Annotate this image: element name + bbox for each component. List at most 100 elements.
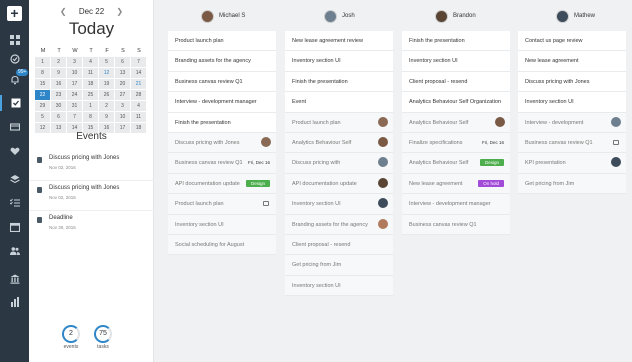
- task-card[interactable]: Social scheduling for August: [168, 234, 276, 256]
- calendar-day[interactable]: 2: [99, 101, 115, 112]
- task-card[interactable]: Discuss pricing with: [285, 153, 393, 174]
- calendar-day[interactable]: 28: [131, 90, 147, 101]
- calendar-day[interactable]: 20: [115, 79, 131, 90]
- calendar-day[interactable]: 17: [67, 79, 83, 90]
- task-card[interactable]: Finalize specifications Fri, Dec 16: [402, 132, 510, 154]
- column-header[interactable]: Brandon: [435, 7, 476, 25]
- event-item[interactable]: Discuss pricing with Jones Nov 02, 2016: [29, 155, 154, 185]
- task-card[interactable]: Analytics Behaviour Self: [285, 132, 393, 154]
- task-card[interactable]: Inventory section UI: [285, 275, 393, 297]
- task-card[interactable]: Product launch plan: [285, 112, 393, 133]
- calendar-day[interactable]: 3: [115, 101, 131, 112]
- task-card[interactable]: Inventory section UI: [285, 51, 393, 72]
- add-new-button[interactable]: +: [7, 6, 22, 21]
- calendar-day[interactable]: 13: [115, 68, 131, 79]
- comment-icon[interactable]: [263, 201, 269, 207]
- calendar-day[interactable]: 19: [99, 79, 115, 90]
- task-card[interactable]: Branding assets for the agency: [285, 214, 393, 235]
- column-header[interactable]: Michael S: [201, 7, 245, 25]
- task-card[interactable]: Client proposal - resend: [285, 234, 393, 256]
- task-card[interactable]: Discuss pricing with Jones: [518, 71, 626, 93]
- task-card[interactable]: Interview - development: [518, 112, 626, 133]
- nav-organization[interactable]: [0, 271, 29, 287]
- event-item[interactable]: Discuss pricing with Jones Nov 02, 2016: [29, 185, 154, 215]
- calendar-day[interactable]: 1: [83, 101, 99, 112]
- task-card[interactable]: Analytics Behaviour Self: [402, 112, 510, 133]
- calendar-day[interactable]: 10: [115, 112, 131, 123]
- nav-layers[interactable]: [0, 171, 29, 187]
- calendar-day[interactable]: 26: [99, 90, 115, 101]
- calendar-day[interactable]: 5: [35, 112, 51, 123]
- calendar-day[interactable]: 8: [35, 68, 51, 79]
- calendar-day[interactable]: 11: [131, 112, 147, 123]
- calendar-day[interactable]: 11: [83, 68, 99, 79]
- calendar-day[interactable]: 22: [35, 90, 51, 101]
- task-card[interactable]: KPI presentation: [518, 153, 626, 174]
- column-header[interactable]: Mathew: [556, 7, 595, 25]
- nav-calendar[interactable]: [0, 219, 29, 235]
- calendar-day[interactable]: 7: [67, 112, 83, 123]
- column-header[interactable]: Josh: [324, 7, 355, 25]
- task-card[interactable]: New lease agreement On hold: [402, 173, 510, 195]
- comment-icon[interactable]: [613, 139, 619, 145]
- nav-notifications[interactable]: 99+: [0, 69, 29, 88]
- calendar-day[interactable]: 14: [131, 68, 147, 79]
- task-card[interactable]: Business canvas review Q1: [518, 132, 626, 154]
- task-card[interactable]: Branding assets for the agency: [168, 51, 276, 72]
- task-card[interactable]: Interview - development manager: [402, 194, 510, 215]
- calendar-day[interactable]: 12: [99, 68, 115, 79]
- calendar-day[interactable]: 27: [115, 90, 131, 101]
- task-card[interactable]: Client proposal - resend: [402, 71, 510, 93]
- nav-checklist[interactable]: [0, 195, 29, 211]
- task-card[interactable]: Product launch plan: [168, 31, 276, 52]
- calendar-day[interactable]: 5: [99, 57, 115, 68]
- chevron-left-icon[interactable]: ❮: [60, 7, 67, 16]
- task-card[interactable]: Interview - development manager: [168, 92, 276, 113]
- nav-team[interactable]: [0, 243, 29, 259]
- task-card[interactable]: New lease agreement: [518, 51, 626, 72]
- calendar-day[interactable]: 8: [83, 112, 99, 123]
- nav-dashboard[interactable]: [0, 32, 29, 48]
- task-card[interactable]: Product launch plan: [168, 194, 276, 215]
- task-card[interactable]: Business canvas review Q1 Fri, Dec 16: [168, 153, 276, 174]
- nav-tasks[interactable]: [0, 51, 29, 67]
- task-card[interactable]: Inventory section UI: [168, 214, 276, 235]
- calendar-day[interactable]: 15: [35, 79, 51, 90]
- task-card[interactable]: Get pricing from Jim: [285, 255, 393, 276]
- task-card[interactable]: Event: [285, 92, 393, 113]
- task-card[interactable]: Contact us page review: [518, 31, 626, 52]
- nav-inbox[interactable]: [0, 95, 29, 111]
- task-card[interactable]: Analytics Behaviour Self Design: [402, 153, 510, 174]
- calendar-day[interactable]: 29: [35, 101, 51, 112]
- task-card[interactable]: Inventory section UI: [518, 92, 626, 113]
- calendar-day[interactable]: 9: [51, 68, 67, 79]
- task-card[interactable]: Inventory section UI: [285, 194, 393, 215]
- calendar-day[interactable]: 10: [67, 68, 83, 79]
- calendar-day[interactable]: 1: [35, 57, 51, 68]
- nav-reports[interactable]: [0, 294, 29, 310]
- task-card[interactable]: API documentation update Design: [168, 173, 276, 195]
- task-card[interactable]: Business canvas review Q1: [168, 71, 276, 93]
- chevron-right-icon[interactable]: ❯: [116, 7, 123, 16]
- task-card[interactable]: Finish the presentation: [402, 31, 510, 52]
- task-card[interactable]: Finish the presentation: [168, 112, 276, 133]
- task-card[interactable]: Analytics Behaviour Self Organization: [402, 92, 510, 113]
- calendar-day[interactable]: 21: [131, 79, 147, 90]
- calendar-day[interactable]: 24: [67, 90, 83, 101]
- calendar-day[interactable]: 7: [131, 57, 147, 68]
- task-card[interactable]: Discuss pricing with Jones: [168, 132, 276, 154]
- calendar-day[interactable]: 2: [51, 57, 67, 68]
- calendar-day[interactable]: 6: [115, 57, 131, 68]
- task-card[interactable]: Finish the presentation: [285, 71, 393, 93]
- calendar-day[interactable]: 4: [131, 101, 147, 112]
- task-card[interactable]: Inventory section UI: [402, 51, 510, 72]
- calendar-day[interactable]: 16: [51, 79, 67, 90]
- calendar-day[interactable]: 25: [83, 90, 99, 101]
- calendar-day[interactable]: 18: [83, 79, 99, 90]
- calendar-day[interactable]: 31: [67, 101, 83, 112]
- nav-favorites[interactable]: [0, 143, 29, 159]
- task-card[interactable]: Business canvas review Q1: [402, 214, 510, 235]
- task-card[interactable]: New lease agreement review: [285, 31, 393, 52]
- calendar-day[interactable]: 6: [51, 112, 67, 123]
- task-card[interactable]: Get pricing from Jim: [518, 173, 626, 195]
